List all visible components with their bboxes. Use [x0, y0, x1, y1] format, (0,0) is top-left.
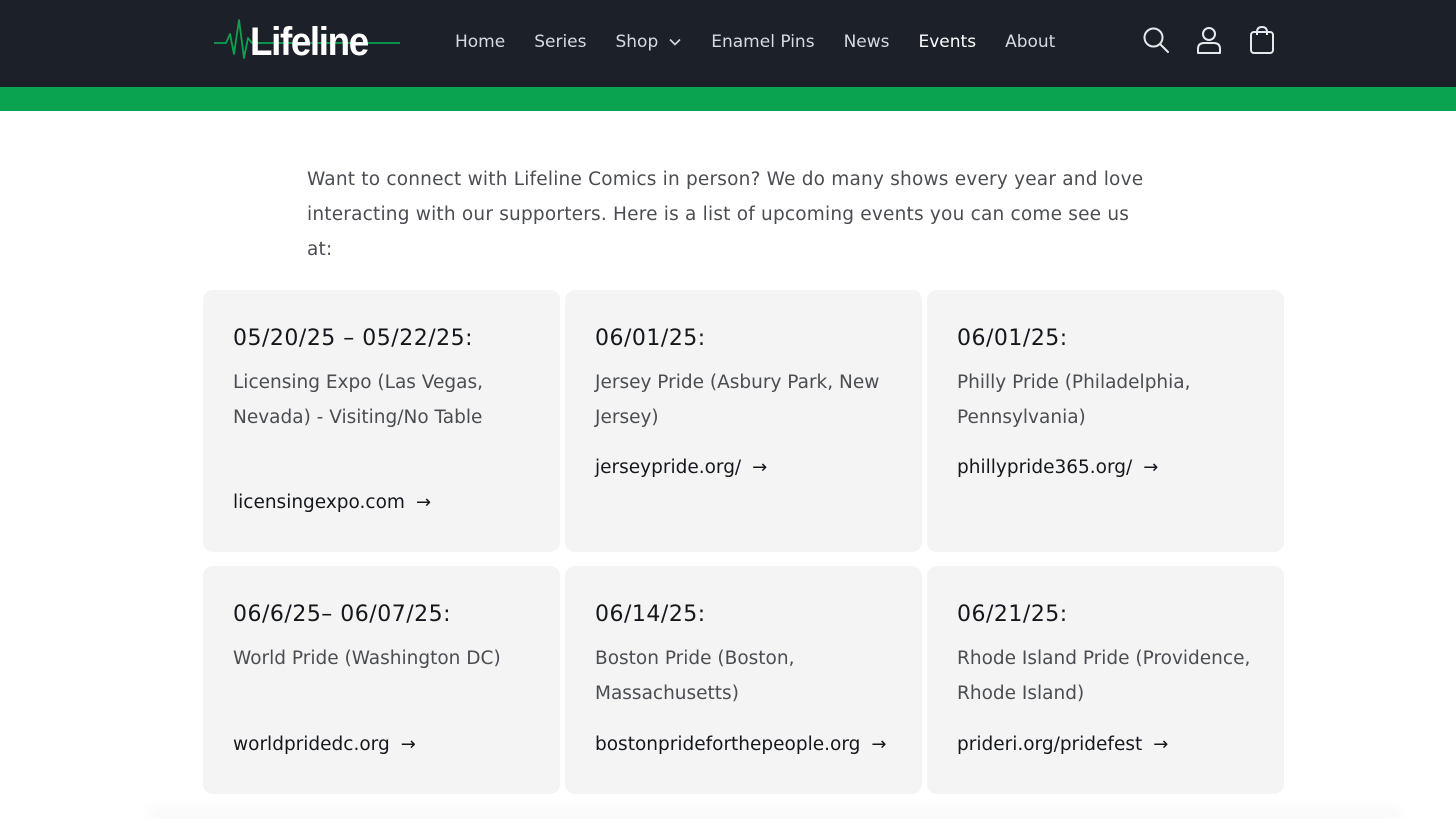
- event-date: 06/14/25:: [595, 602, 706, 627]
- arrow-right-icon: →: [752, 457, 768, 478]
- nav-events[interactable]: Events: [919, 32, 977, 52]
- event-link[interactable]: phillypride365.org/ →: [957, 457, 1158, 478]
- nav-shop[interactable]: Shop: [615, 32, 682, 52]
- event-date: 05/20/25 – 05/22/25:: [233, 326, 474, 351]
- event-link-label: worldpridedc.org: [233, 734, 390, 755]
- nav-about[interactable]: About: [1005, 32, 1055, 52]
- nav-enamel-pins[interactable]: Enamel Pins: [711, 32, 814, 52]
- event-link-label: phillypride365.org/: [957, 457, 1133, 478]
- event-link[interactable]: worldpridedc.org →: [233, 734, 416, 755]
- event-link-label: licensingexpo.com: [233, 492, 405, 513]
- event-date: 06/21/25:: [957, 602, 1068, 627]
- event-link[interactable]: licensingexpo.com →: [233, 492, 431, 513]
- event-card: 05/20/25 – 05/22/25: Licensing Expo (Las…: [203, 290, 560, 552]
- section-shadow: [150, 805, 1400, 819]
- cart-icon[interactable]: [1246, 24, 1278, 56]
- event-description: Philly Pride (Philadelphia, Pennsylvania…: [957, 372, 1191, 428]
- nav-series[interactable]: Series: [534, 32, 586, 52]
- logo-wordmark: Lifeline: [250, 20, 369, 64]
- arrow-right-icon: →: [1153, 734, 1169, 755]
- event-link[interactable]: bostonprideforthepeople.org →: [595, 734, 886, 755]
- event-date: 06/01/25:: [957, 326, 1068, 351]
- nav-news-label: News: [843, 31, 890, 52]
- events-intro-text: Want to connect with Lifeline Comics in …: [307, 168, 1144, 260]
- chevron-down-icon: [669, 38, 681, 46]
- main-nav: Home Series Shop Enamel Pins News Events…: [455, 0, 1084, 83]
- accent-banner: [0, 87, 1456, 111]
- event-card: 06/01/25: Philly Pride (Philadelphia, Pe…: [927, 290, 1284, 552]
- nav-home-label: Home: [455, 31, 506, 52]
- event-description: Boston Pride (Boston, Massachusetts): [595, 648, 795, 704]
- event-card: 06/01/25: Jersey Pride (Asbury Park, New…: [565, 290, 922, 552]
- event-description: World Pride (Washington DC): [233, 648, 501, 669]
- nav-series-label: Series: [534, 31, 587, 52]
- nav-about-label: About: [1005, 31, 1056, 52]
- event-description: Jersey Pride (Asbury Park, New Jersey): [595, 372, 880, 428]
- event-date: 06/6/25– 06/07/25:: [233, 602, 452, 627]
- nav-events-label: Events: [918, 31, 977, 52]
- event-link-label: bostonprideforthepeople.org: [595, 734, 861, 755]
- event-card: 06/6/25– 06/07/25: World Pride (Washingt…: [203, 566, 560, 794]
- arrow-right-icon: →: [871, 734, 887, 755]
- event-card: 06/21/25: Rhode Island Pride (Providence…: [927, 566, 1284, 794]
- event-link[interactable]: jerseypride.org/ →: [595, 457, 767, 478]
- event-link-label: prideri.org/pridefest: [957, 734, 1143, 755]
- arrow-right-icon: →: [400, 734, 416, 755]
- site-header: Lifeline Home Series Shop Enamel Pins Ne…: [0, 0, 1456, 87]
- event-description: Rhode Island Pride (Providence, Rhode Is…: [957, 648, 1251, 704]
- arrow-right-icon: →: [1143, 457, 1159, 478]
- header-icons: [1140, 24, 1299, 56]
- account-icon[interactable]: [1193, 24, 1225, 56]
- nav-news[interactable]: News: [844, 32, 890, 52]
- arrow-right-icon: →: [415, 492, 432, 513]
- event-date: 06/01/25:: [595, 326, 706, 351]
- nav-enamel-pins-label: Enamel Pins: [711, 31, 815, 52]
- search-icon[interactable]: [1140, 24, 1172, 56]
- event-link-label: jerseypride.org/: [595, 457, 742, 478]
- nav-home[interactable]: Home: [455, 32, 505, 52]
- lifeline-logo[interactable]: Lifeline: [212, 14, 402, 66]
- event-link[interactable]: prideri.org/pridefest →: [957, 734, 1168, 755]
- nav-shop-label: Shop: [615, 31, 659, 52]
- event-description: Licensing Expo (Las Vegas, Nevada) - Vis…: [233, 372, 484, 428]
- event-card: 06/14/25: Boston Pride (Boston, Massachu…: [565, 566, 922, 794]
